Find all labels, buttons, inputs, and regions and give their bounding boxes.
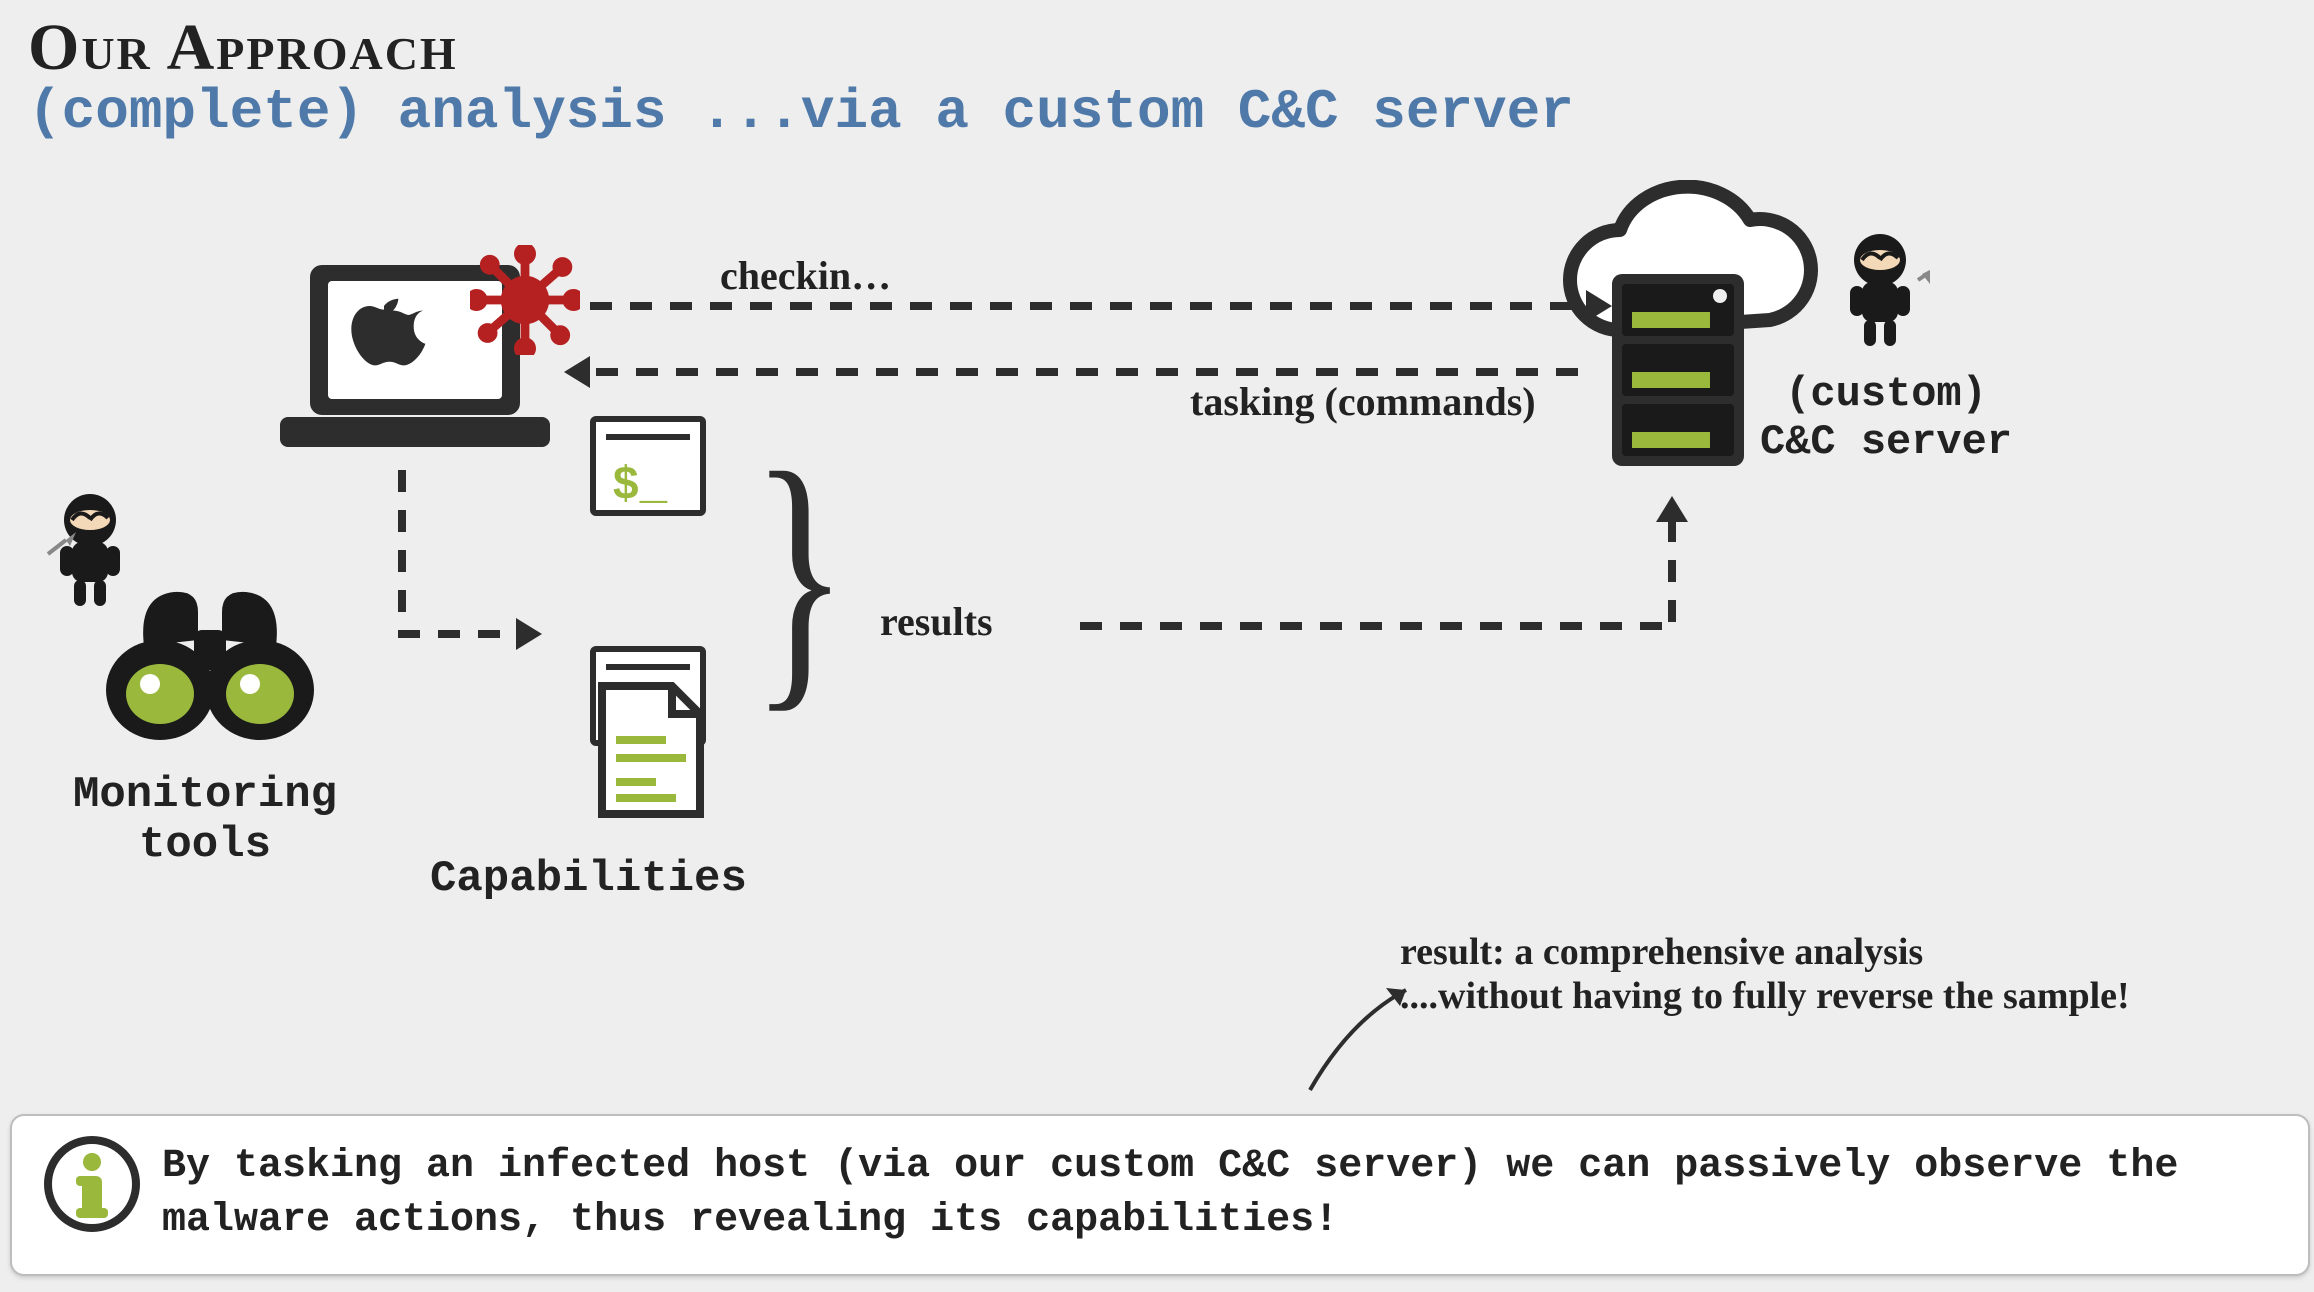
monitoring-tools-label: Monitoring tools xyxy=(40,770,370,870)
curly-brace-icon: } xyxy=(751,430,848,720)
server-rack-icon xyxy=(1608,270,1748,470)
page-subtitle: (complete) analysis ...via a custom C&C … xyxy=(28,80,1574,144)
ninja-icon xyxy=(1830,230,1930,350)
binoculars-icon xyxy=(100,560,320,760)
results-line-v xyxy=(1668,520,1676,630)
info-icon xyxy=(42,1134,142,1234)
page-title: Our Approach xyxy=(28,10,1574,86)
capabilities-label: Capabilities xyxy=(430,854,747,904)
callout-line2: ....without having to fully reverse the … xyxy=(1400,974,2130,1018)
laptop-to-capabilities-v xyxy=(398,470,406,630)
monitoring-tools-line1: Monitoring xyxy=(40,770,370,820)
results-arrow-head xyxy=(1656,496,1688,522)
checkin-arrow-head xyxy=(1586,290,1612,322)
checkin-arrow-line xyxy=(590,302,1590,310)
tasking-arrow-line xyxy=(596,368,1596,376)
laptop-to-capabilities-h xyxy=(398,630,518,638)
cc-server-line1: (custom) xyxy=(1760,370,2012,418)
info-box: By tasking an infected host (via our cus… xyxy=(10,1114,2310,1276)
monitoring-tools-line2: tools xyxy=(40,820,370,870)
callout-line1: result: a comprehensive analysis xyxy=(1400,930,2130,974)
tasking-arrow-head xyxy=(564,356,590,388)
tasking-label: tasking (commands) xyxy=(1190,378,1536,425)
virus-icon xyxy=(470,245,580,355)
callout-text: result: a comprehensive analysis ....wit… xyxy=(1400,930,2130,1018)
terminal-icon: $_ xyxy=(590,416,706,516)
checkin-label: checkin… xyxy=(720,252,891,299)
info-text: By tasking an infected host (via our cus… xyxy=(162,1140,2278,1248)
cc-server-line2: C&C server xyxy=(1760,418,2012,466)
header: Our Approach (complete) analysis ...via … xyxy=(28,10,1574,144)
document-icon xyxy=(596,680,706,820)
laptop-to-capabilities-head xyxy=(516,618,542,650)
callout-arrow-icon xyxy=(1290,970,1430,1110)
results-line-h xyxy=(1080,622,1670,630)
cc-server-label: (custom) C&C server xyxy=(1760,370,2012,467)
results-label: results xyxy=(880,598,993,645)
